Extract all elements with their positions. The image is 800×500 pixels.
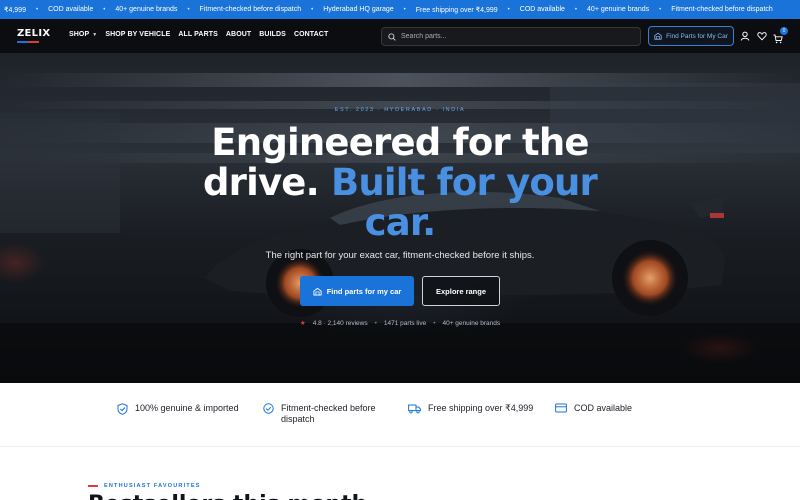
site-logo[interactable]: ZELIX xyxy=(17,28,50,39)
announcement-ticker: ₹4,999 • COD available • 40+ genuine brands •… xyxy=(0,0,800,19)
ticker-text: Fitment-checked before dispatch xyxy=(671,6,773,13)
headline-accent: Built for your car. xyxy=(330,161,598,244)
ticker-text: COD available xyxy=(48,6,94,13)
ticker-separator: • xyxy=(103,6,106,13)
find-parts-label: Find Parts for My Car xyxy=(666,32,728,40)
feature-label: 100% genuine & imported xyxy=(135,403,239,413)
feature-label: COD available xyxy=(574,403,633,413)
hero-section: EST. 2023 · HYDERABAD · INDIA Engineered… xyxy=(0,53,800,383)
ticker-separator: • xyxy=(187,6,190,13)
nav-builds[interactable]: BUILDS xyxy=(259,31,286,38)
cart-button[interactable]: 0 xyxy=(773,27,788,44)
ticker-item: Fitment-checked before dispatch xyxy=(663,6,781,13)
feature-label: Fitment-checked before dispatch xyxy=(281,403,376,424)
explore-range-button[interactable]: Explore range xyxy=(422,276,500,306)
features-bar: 100% genuine & imported Fitment-checked … xyxy=(0,383,800,447)
rating-text: 4.8 · 2,140 reviews xyxy=(312,319,368,327)
separator-dot: • xyxy=(433,319,436,327)
main-nav: SHOP ▼ SHOP BY VEHICLE ALL PARTS ABOUT BU… xyxy=(69,31,328,38)
ticker-separator: • xyxy=(659,6,662,13)
garage-icon xyxy=(654,32,662,40)
ticker-text: ₹4,999 xyxy=(4,6,26,14)
hero-stats: ★ 4.8 · 2,140 reviews • 1471 parts live … xyxy=(0,319,800,328)
ticker-item: COD available • xyxy=(512,6,579,13)
nav-about[interactable]: ABOUT xyxy=(226,31,251,38)
site-header: ZELIX SHOP ▼ SHOP BY VEHICLE ALL PARTS AB… xyxy=(0,19,800,53)
ticker-separator: • xyxy=(35,6,39,13)
star-icon: ★ xyxy=(299,320,306,327)
ticker-item: Free shipping over ₹4,999 • xyxy=(408,6,512,14)
ticker-item: ₹4,999 • xyxy=(0,6,40,14)
ticker-separator: • xyxy=(507,6,510,13)
parts-live-text: 1471 parts live xyxy=(383,319,427,327)
feature-label: Free shipping over ₹4,999 xyxy=(428,403,534,413)
ticker-item: Hyderabad HQ garage • xyxy=(315,6,408,13)
feature-cod: COD available xyxy=(555,403,632,414)
search-box[interactable] xyxy=(381,27,641,46)
card-icon xyxy=(555,403,567,413)
hero-eyebrow: EST. 2023 · HYDERABAD · INDIA xyxy=(334,107,466,113)
hero-headline: Engineered for the drive. Built for your… xyxy=(200,123,600,243)
ticker-track: ₹4,999 • COD available • 40+ genuine brands •… xyxy=(0,0,781,19)
feature-genuine: 100% genuine & imported xyxy=(117,403,239,415)
chevron-down-icon: ▼ xyxy=(92,31,98,38)
section-title: Bestsellers this month xyxy=(88,492,367,500)
ticker-text: Free shipping over ₹4,999 xyxy=(415,6,498,14)
ticker-separator: • xyxy=(403,6,406,13)
nav-all-parts[interactable]: ALL PARTS xyxy=(178,31,218,38)
feature-fitment: Fitment-checked before dispatch xyxy=(263,403,388,425)
cart-count-badge: 0 xyxy=(780,27,788,35)
ticker-separator: • xyxy=(574,6,578,13)
ticker-item: Fitment-checked before dispatch • xyxy=(192,6,316,13)
user-icon[interactable] xyxy=(740,31,750,41)
hero-content: EST. 2023 · HYDERABAD · INDIA Engineered… xyxy=(0,53,800,383)
separator-dot: • xyxy=(374,319,377,327)
ticker-item: 40+ genuine brands • xyxy=(107,6,191,13)
search-icon xyxy=(388,32,396,41)
ticker-text: Hyderabad HQ garage xyxy=(323,6,394,13)
search-input[interactable] xyxy=(401,33,621,40)
ticker-text: Fitment-checked before dispatch xyxy=(199,6,302,13)
cart-icon xyxy=(773,34,783,44)
find-parts-cta[interactable]: Find parts for my car xyxy=(300,276,414,306)
check-circle-icon xyxy=(263,403,274,414)
truck-icon xyxy=(408,404,421,414)
ticker-item: COD available • xyxy=(40,6,107,13)
ticker-text: 40+ genuine brands xyxy=(587,6,650,13)
nav-shop[interactable]: SHOP ▼ xyxy=(69,31,97,38)
logo-underline xyxy=(17,41,39,43)
ticker-text: 40+ genuine brands xyxy=(115,6,178,13)
hero-subtitle: The right part for your exact car, fitme… xyxy=(265,250,535,261)
find-parts-cta-label: Find parts for my car xyxy=(326,286,402,296)
ticker-text: COD available xyxy=(519,6,565,13)
find-parts-button[interactable]: Find Parts for My Car xyxy=(648,26,734,46)
ticker-item: 40+ genuine brands • xyxy=(579,6,663,13)
section-eyebrow-text: ENTHUSIAST FAVOURITES xyxy=(104,483,201,489)
heart-icon[interactable] xyxy=(757,31,767,41)
nav-shop-label: SHOP xyxy=(69,31,90,38)
ticker-separator: • xyxy=(311,6,314,13)
nav-shop-by-vehicle[interactable]: SHOP BY VEHICLE xyxy=(105,31,170,38)
feature-shipping: Free shipping over ₹4,999 xyxy=(408,403,533,414)
brands-text: 40+ genuine brands xyxy=(442,319,501,327)
section-eyebrow: ENTHUSIAST FAVOURITES xyxy=(88,483,201,489)
nav-contact[interactable]: CONTACT xyxy=(294,31,328,38)
eyebrow-line xyxy=(88,485,98,487)
garage-icon xyxy=(313,287,322,296)
shield-check-icon xyxy=(117,403,128,415)
